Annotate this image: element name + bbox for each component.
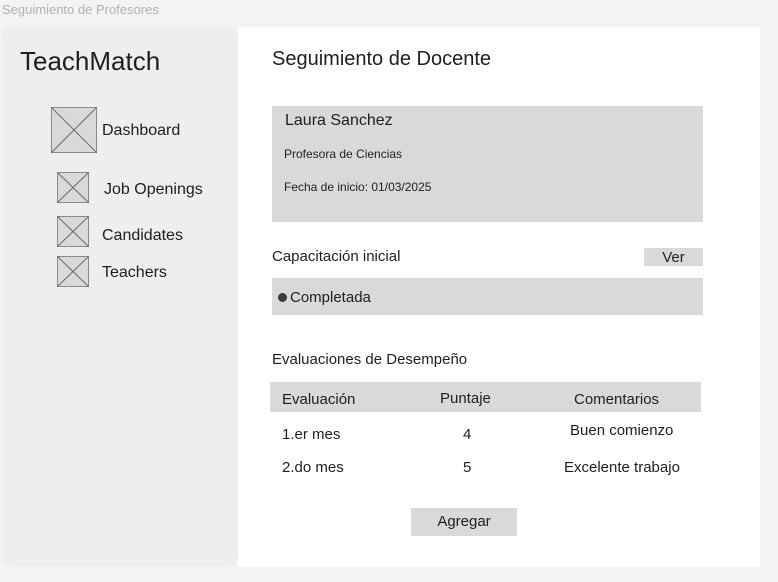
- comment-cell: Excelente trabajo: [564, 459, 680, 476]
- teacher-start-date: Fecha de inicio: 01/03/2025: [284, 180, 432, 194]
- add-evaluation-button[interactable]: Agregar: [411, 508, 517, 536]
- teacher-role: Profesora de Ciencias: [284, 147, 403, 161]
- view-training-button[interactable]: Ver: [644, 248, 703, 266]
- training-status: Completada: [290, 289, 371, 306]
- sidebar-item-label: Dashboard: [102, 122, 181, 139]
- window-title: Seguimiento de Profesores: [2, 2, 159, 17]
- status-dot-icon: [278, 293, 287, 302]
- column-header-evaluation: Evaluación: [282, 391, 356, 408]
- image-placeholder-icon: [51, 107, 97, 153]
- sidebar-item-label: Job Openings: [104, 181, 203, 198]
- page-title: Seguimiento de Docente: [272, 48, 492, 70]
- image-placeholder-icon: [57, 216, 89, 247]
- training-heading: Capacitación inicial: [272, 248, 401, 265]
- sidebar-item-label: Teachers: [102, 264, 167, 281]
- column-header-comments: Comentarios: [574, 391, 660, 408]
- image-placeholder-icon: [57, 172, 89, 203]
- column-header-score: Puntaje: [440, 390, 491, 407]
- score-cell: 5: [463, 459, 472, 476]
- sidebar: [2, 27, 238, 567]
- teacher-name: Laura Sanchez: [285, 112, 393, 129]
- evaluation-cell: 1.er mes: [282, 426, 341, 443]
- image-placeholder-icon: [57, 256, 89, 287]
- evaluations-heading: Evaluaciones de Desempeño: [272, 351, 468, 368]
- evaluation-cell: 2.do mes: [282, 459, 344, 476]
- sidebar-item-label: Candidates: [102, 227, 183, 244]
- score-cell: 4: [463, 426, 472, 443]
- app-brand: TeachMatch: [20, 46, 161, 76]
- comment-cell: Buen comienzo: [570, 422, 674, 439]
